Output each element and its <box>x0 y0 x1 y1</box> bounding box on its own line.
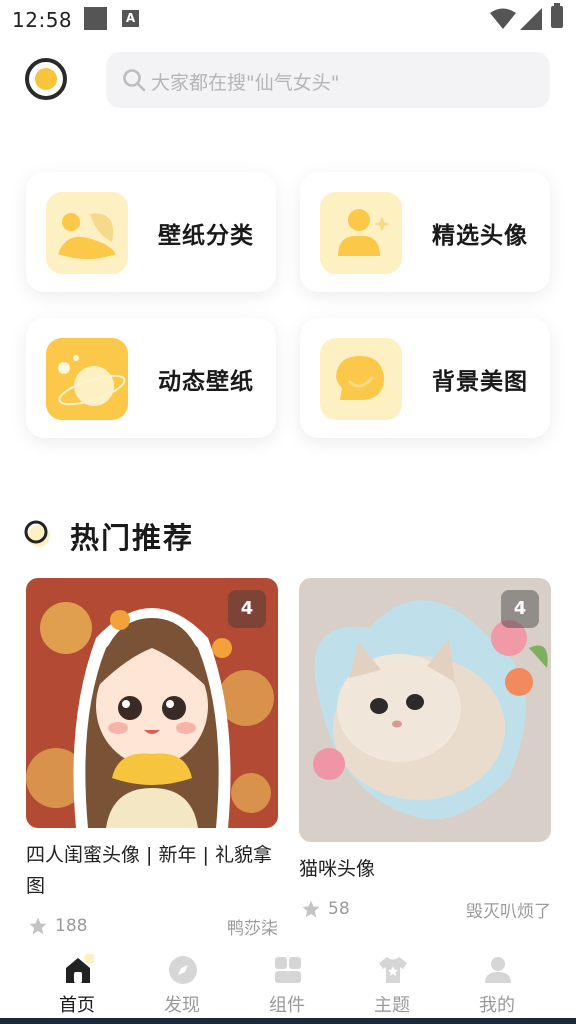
category-card-avatar[interactable]: 精选头像 <box>300 172 550 292</box>
chat-bubble-icon <box>320 338 402 420</box>
signal-icon <box>520 8 542 30</box>
nav-item-themes[interactable]: 主题 <box>342 946 442 1016</box>
post-meta: 188 鸭莎柒 <box>26 910 278 944</box>
section-title-icon <box>24 520 50 547</box>
avatar-icon <box>320 192 402 274</box>
star-icon[interactable] <box>28 916 48 936</box>
system-nav-bar <box>0 1018 576 1024</box>
post-card[interactable]: 4 四人闺蜜头像 | 新年 | 礼貌拿图 188 鸭莎柒 <box>26 578 278 944</box>
nav-item-profile[interactable]: 我的 <box>447 946 547 1016</box>
post-title: 猫咪头像 <box>299 858 376 880</box>
search-input[interactable]: 大家都在搜"仙气女头" <box>151 68 339 95</box>
nav-label: 首页 <box>59 995 95 1016</box>
star-count: 188 <box>55 916 88 936</box>
status-bar: 12:58 A <box>0 0 576 40</box>
category-card-background[interactable]: 背景美图 <box>300 318 550 438</box>
category-card-wallpaper[interactable]: 壁纸分类 <box>26 172 276 292</box>
home-icon <box>66 954 94 983</box>
nav-item-widgets[interactable]: 组件 <box>237 946 337 1016</box>
tshirt-icon <box>379 957 407 983</box>
section-title: 热门推荐 <box>70 521 195 555</box>
wifi-icon <box>490 8 516 29</box>
category-label: 精选头像 <box>432 223 528 249</box>
post-image[interactable]: 4 <box>299 578 551 842</box>
image-count-badge: 4 <box>501 590 539 628</box>
post-meta: 58 毁灭叭烦了 <box>299 893 551 927</box>
category-label: 背景美图 <box>432 369 528 395</box>
star-count: 58 <box>328 899 350 919</box>
nav-label: 发现 <box>164 995 200 1016</box>
sun-icon <box>35 68 57 90</box>
category-label: 壁纸分类 <box>158 223 254 249</box>
compass-icon <box>169 956 197 984</box>
nav-label: 主题 <box>374 995 410 1016</box>
post-title: 四人闺蜜头像 | 新年 | 礼貌拿图 <box>26 844 272 897</box>
app-logo[interactable] <box>25 58 67 100</box>
square-icon <box>84 7 107 30</box>
search-bar[interactable]: 大家都在搜"仙气女头" <box>106 52 550 108</box>
category-card-live-wallpaper[interactable]: 动态壁纸 <box>26 318 276 438</box>
post-card[interactable]: 4 猫咪头像 58 毁灭叭烦了 <box>299 578 551 927</box>
widgets-icon <box>275 957 301 983</box>
star-icon[interactable] <box>301 899 321 919</box>
battery-icon <box>551 3 563 28</box>
a-icon: A <box>122 10 139 27</box>
nav-item-discover[interactable]: 发现 <box>132 946 232 1016</box>
image-category-icon <box>46 192 128 274</box>
author-name[interactable]: 鸭莎柒 <box>227 914 278 939</box>
status-time: 12:58 <box>12 8 73 32</box>
planet-icon <box>46 338 128 420</box>
bottom-nav: 首页 发现 组件 主题 我的 <box>0 946 576 1024</box>
nav-item-home[interactable]: 首页 <box>27 946 127 1016</box>
person-icon <box>485 957 511 983</box>
post-image[interactable]: 4 <box>26 578 278 828</box>
image-count-badge: 4 <box>228 590 266 628</box>
nav-label: 组件 <box>269 995 305 1016</box>
nav-label: 我的 <box>479 995 515 1016</box>
author-name[interactable]: 毁灭叭烦了 <box>466 897 551 922</box>
search-icon <box>123 69 146 92</box>
category-label: 动态壁纸 <box>158 369 254 395</box>
